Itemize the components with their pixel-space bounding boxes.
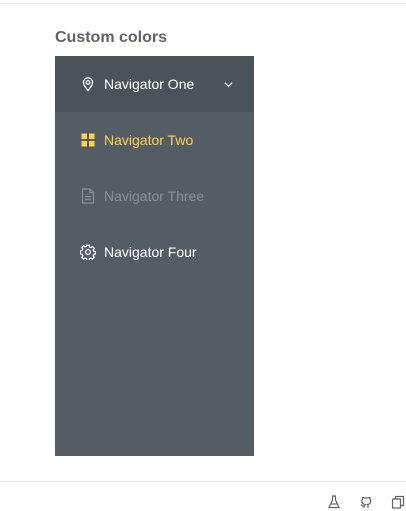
menu-item-navigator-two[interactable]: Navigator Two	[55, 112, 254, 168]
document-icon	[79, 187, 97, 205]
top-divider	[0, 3, 406, 4]
menu-item-navigator-one[interactable]: Navigator One	[55, 56, 254, 112]
demo-page: Custom colors Navigator One Navigator Tw…	[0, 0, 406, 511]
bottom-divider	[0, 481, 406, 482]
custom-colors-menu: Navigator One Navigator Two Navigator Th…	[55, 56, 254, 456]
menu-item-label: Navigator Two	[104, 132, 194, 148]
copy-icon[interactable]	[390, 494, 406, 510]
menu-item-navigator-four[interactable]: Navigator Four	[55, 224, 254, 280]
menu-item-navigator-three: Navigator Three	[55, 168, 254, 224]
menu-item-label: Navigator One	[104, 76, 195, 92]
setting-icon	[79, 243, 97, 261]
location-icon	[79, 75, 97, 93]
menu-grid-icon	[79, 131, 97, 149]
menu-item-label: Navigator Three	[104, 188, 205, 204]
demo-footer-actions	[310, 492, 406, 511]
chevron-down-icon	[222, 78, 234, 90]
menu-item-label: Navigator Four	[104, 244, 197, 260]
flask-icon[interactable]	[326, 494, 342, 510]
section-title: Custom colors	[55, 29, 168, 46]
github-icon[interactable]	[358, 494, 374, 510]
